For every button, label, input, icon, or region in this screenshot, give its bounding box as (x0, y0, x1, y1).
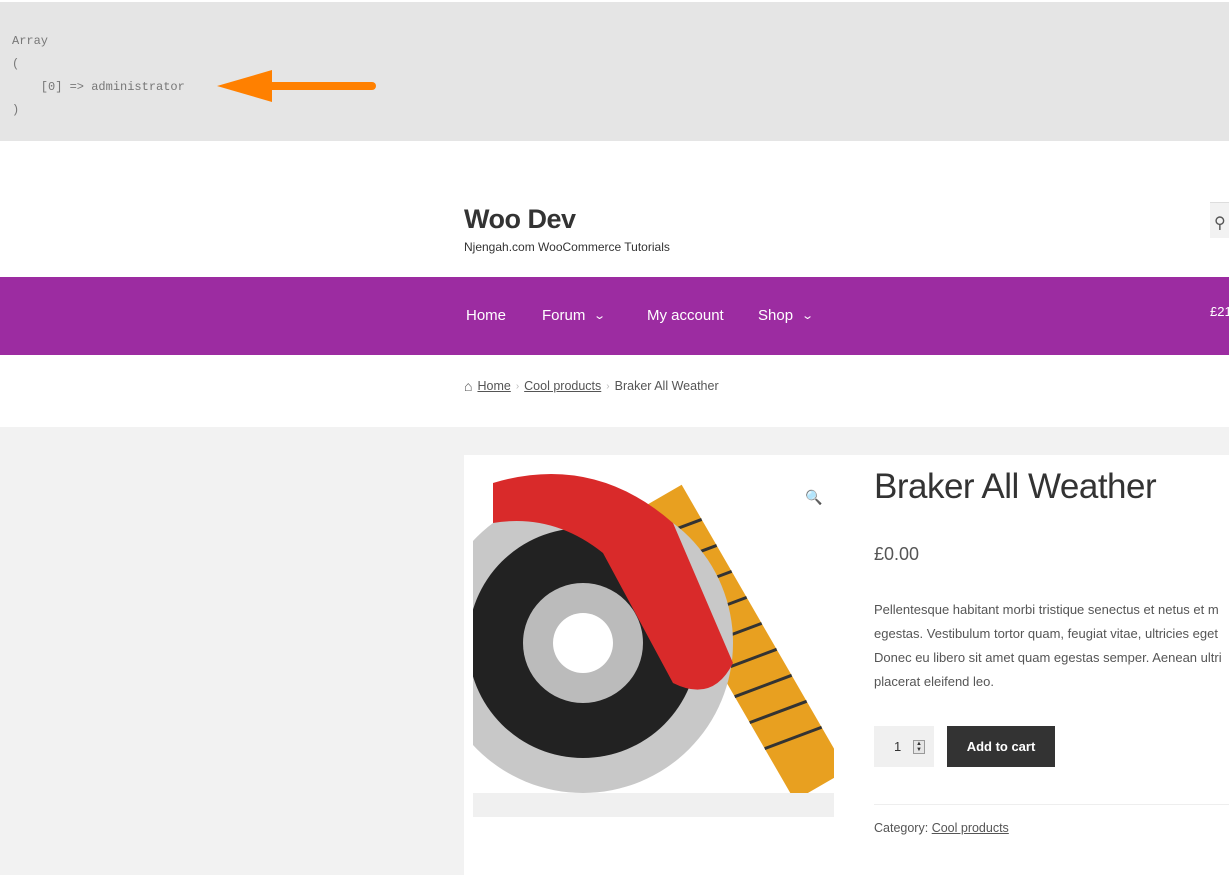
debug-output: Array ( [0] => administrator ) (0, 0, 1229, 141)
add-to-cart-button[interactable]: Add to cart (947, 726, 1055, 767)
breadcrumb-separator: › (606, 380, 610, 392)
product-description: Pellentesque habitant morbi tristique se… (874, 602, 1222, 689)
quantity-stepper[interactable]: ▲ ▼ (913, 740, 925, 754)
breadcrumb-home[interactable]: Home (477, 379, 510, 393)
nav-forum[interactable]: Forum ⌄ (542, 307, 607, 324)
nav-shop[interactable]: Shop ⌄ (758, 307, 815, 324)
site-title[interactable]: Woo Dev (464, 204, 576, 235)
nav-my-account[interactable]: My account (647, 307, 724, 324)
nav-home[interactable]: Home (466, 307, 506, 324)
main-navigation: Home Forum ⌄ My account Shop ⌄ £21 (0, 277, 1229, 355)
site-header: Woo Dev Njengah.com WooCommerce Tutorial… (0, 141, 1229, 277)
chevron-down-icon: ⌄ (801, 310, 815, 322)
chevron-down-icon: ⌄ (593, 310, 607, 322)
arrow-annotation-icon (217, 70, 376, 102)
breadcrumb-separator: › (515, 380, 520, 392)
product-title: Braker All Weather (874, 467, 1157, 506)
divider (874, 804, 1229, 805)
search-icon[interactable]: ⚲ (1210, 202, 1229, 238)
quantity-input[interactable]: 1 ▲ ▼ (874, 726, 934, 767)
product-category: Category: Cool products (874, 821, 1009, 835)
zoom-magnifier-icon[interactable]: 🔍 (800, 483, 828, 511)
breadcrumb-current: Braker All Weather (614, 379, 719, 393)
debug-text: Array ( [0] => administrator ) (12, 34, 185, 117)
category-link[interactable]: Cool products (932, 821, 1009, 835)
product-image[interactable]: 🔍 (473, 463, 834, 817)
home-icon: ⌂ (464, 378, 473, 394)
product-content: 🔍 Braker All Weather £0.00 Pellentesque … (464, 455, 1229, 875)
brake-disc-image (473, 463, 834, 817)
cart-total[interactable]: £21 (1210, 304, 1229, 319)
breadcrumb-category[interactable]: Cool products (524, 379, 601, 393)
site-tagline: Njengah.com WooCommerce Tutorials (464, 240, 670, 254)
product-price: £0.00 (874, 544, 920, 564)
breadcrumb: ⌂ Home › Cool products › Braker All Weat… (464, 378, 719, 394)
